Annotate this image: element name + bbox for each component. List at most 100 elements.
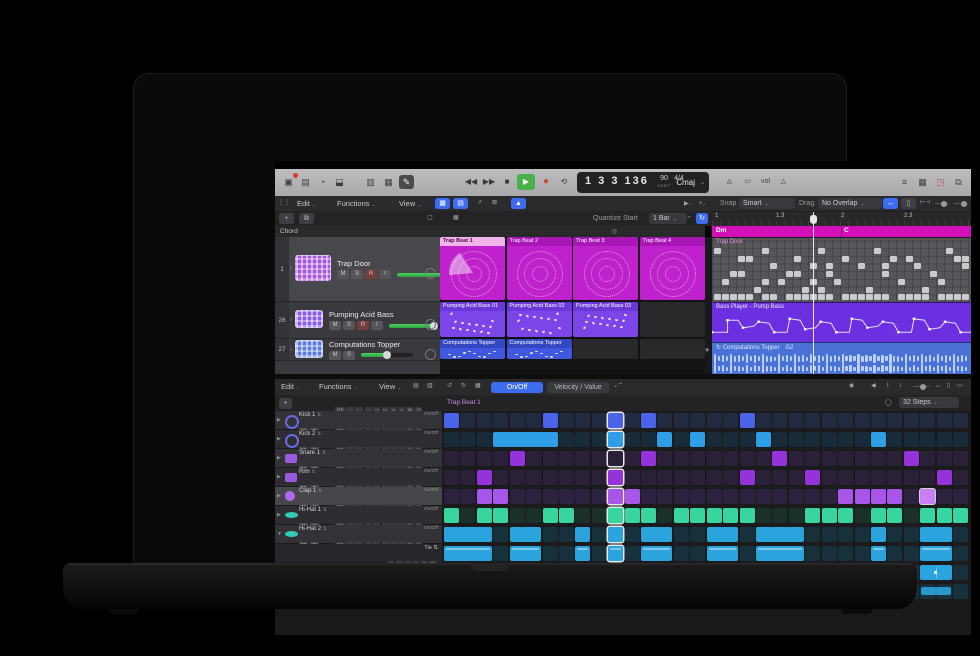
step-cell[interactable] [592, 508, 607, 523]
step-cell[interactable] [740, 489, 755, 504]
loop-cell[interactable]: Pumping Acid Bass 01 [440, 302, 505, 337]
step-cell[interactable] [657, 489, 672, 504]
step-cell[interactable] [937, 413, 952, 428]
add-track-button[interactable]: + [279, 213, 294, 224]
step-cell[interactable] [657, 508, 672, 523]
step-cell[interactable] [887, 527, 902, 542]
step-cell[interactable] [920, 470, 935, 485]
step-cell[interactable] [707, 413, 722, 428]
step-cell[interactable] [641, 432, 656, 447]
step-cell-on[interactable] [871, 527, 886, 542]
step-cell[interactable] [789, 432, 804, 447]
step-cell[interactable] [772, 432, 787, 447]
catch-button[interactable]: ↔ [883, 198, 898, 209]
ll-functions-menu[interactable]: Functions⌄ [337, 198, 376, 209]
step-cell[interactable] [707, 470, 722, 485]
step-cell[interactable] [592, 451, 607, 466]
step-cell[interactable] [510, 470, 525, 485]
step-cell-on[interactable] [510, 451, 525, 466]
step-cell-on[interactable] [838, 489, 853, 504]
ll-edit-menu[interactable]: Edit⌄ [297, 198, 316, 209]
seq-edit-menu[interactable]: Edit⌄ [281, 381, 300, 392]
empty-cell[interactable] [640, 302, 705, 337]
step-cell-on[interactable] [756, 432, 771, 447]
step-cell[interactable] [789, 413, 804, 428]
tuner-icon[interactable]: ◬ [722, 175, 737, 189]
auto-track-zoom-button[interactable]: ▯ [901, 198, 916, 209]
row-name[interactable]: Hi-Hat 1 [299, 507, 321, 513]
step-cell[interactable] [887, 470, 902, 485]
project-chooser-icon[interactable]: ▣ [281, 175, 296, 189]
loop-cell[interactable]: Trap Beat 4 [640, 237, 705, 300]
step-cell[interactable] [904, 546, 919, 561]
step-cell-tied[interactable] [920, 546, 951, 561]
step-cell-on[interactable] [477, 470, 492, 485]
step-cell[interactable] [559, 451, 574, 466]
step-cell[interactable] [526, 451, 541, 466]
step-cell[interactable] [477, 451, 492, 466]
step-cell[interactable] [740, 432, 755, 447]
midi-region-pump-bass[interactable]: Bass Player - Pump Bass [712, 302, 971, 343]
step-cell[interactable] [510, 413, 525, 428]
lcd-position[interactable]: 1 3 3 136 [585, 175, 649, 187]
step-cell[interactable] [855, 527, 870, 542]
step-cell[interactable] [460, 451, 475, 466]
step-cell[interactable] [953, 451, 968, 466]
step-cell[interactable] [953, 584, 968, 599]
step-cell-on[interactable] [937, 508, 952, 523]
loop-cell[interactable]: Trap Beat 3 [573, 237, 638, 300]
grid-view-toggle[interactable]: ▦ [435, 198, 450, 209]
step-cell-on[interactable] [855, 489, 870, 504]
waveform-zoom-icon[interactable]: ⊢⊣ [920, 199, 930, 208]
step-cell[interactable] [657, 413, 672, 428]
step-cell[interactable] [838, 546, 853, 561]
step-cell[interactable] [460, 489, 475, 504]
step-cell[interactable] [740, 527, 755, 542]
inspector-icon[interactable]: ⬓ [332, 175, 347, 189]
step-cell-on[interactable] [641, 508, 656, 523]
disclosure-icon[interactable]: › [290, 316, 292, 323]
step-cell[interactable] [871, 451, 886, 466]
audio-region-topper[interactable]: ↻ Computations Topper G2 [712, 342, 971, 374]
step-cell[interactable] [674, 470, 689, 485]
record-button[interactable]: ● [538, 174, 554, 190]
step-cell[interactable] [805, 413, 820, 428]
step-cell-on[interactable] [493, 508, 508, 523]
add-row-button[interactable]: + [279, 398, 292, 409]
track-i-button[interactable]: I [371, 321, 383, 330]
step-cell[interactable] [822, 432, 837, 447]
step-cell[interactable] [559, 546, 574, 561]
step-cell-on[interactable] [444, 413, 459, 428]
step-cell-on[interactable] [477, 489, 492, 504]
step-cell-tied[interactable] [444, 546, 492, 561]
seq-view-menu[interactable]: View⌄ [379, 381, 401, 392]
step-cell[interactable] [855, 451, 870, 466]
step-cell[interactable] [526, 413, 541, 428]
step-cell[interactable] [575, 489, 590, 504]
step-cell[interactable] [756, 508, 771, 523]
seq-functions-menu[interactable]: Functions⌄ [319, 381, 358, 392]
step-cell[interactable] [805, 432, 820, 447]
quantize-start-dropdown[interactable]: 1 Bar⌄ [649, 213, 687, 224]
step-cell[interactable] [575, 432, 590, 447]
step-cell[interactable] [953, 546, 968, 561]
step-cell[interactable] [575, 470, 590, 485]
disclosure-icon[interactable]: ▼ [277, 531, 282, 537]
step-cell-on[interactable] [772, 451, 787, 466]
step-cell[interactable] [641, 470, 656, 485]
vertical-zoom-slider[interactable] [954, 203, 968, 204]
track-s-button[interactable]: S [343, 321, 355, 330]
step-cell[interactable] [953, 432, 968, 447]
step-cell[interactable] [772, 413, 787, 428]
step-cell[interactable] [756, 470, 771, 485]
track-s-button[interactable]: S [343, 351, 355, 360]
step-cell-tied[interactable] [444, 527, 492, 542]
list-editors-icon[interactable]: ≡ [897, 175, 912, 189]
step-cell-tied[interactable] [510, 546, 541, 561]
step-cell-on[interactable] [608, 546, 623, 561]
step-cell[interactable] [953, 470, 968, 485]
step-cell[interactable] [460, 508, 475, 523]
step-cell-on[interactable] [937, 470, 952, 485]
step-cell-tied[interactable] [641, 527, 672, 542]
step-cell[interactable] [493, 546, 508, 561]
